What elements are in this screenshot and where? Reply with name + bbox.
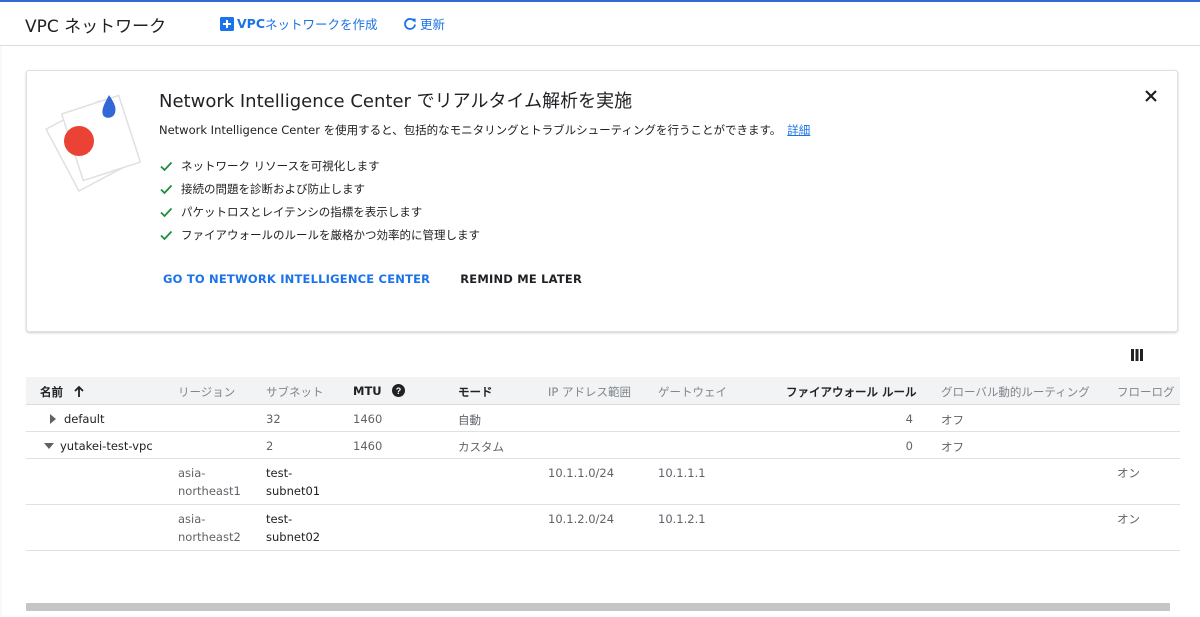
column-display-options-icon[interactable] (1131, 349, 1143, 361)
vpc-networks-table: 名前 リージョン サブネット MTU ? モード IP アドレス範囲 ゲートウェ… (26, 377, 1180, 551)
network-illustration-icon (45, 94, 142, 193)
network-name-cell[interactable]: yutakei-test-vpc (44, 439, 153, 453)
check-icon (160, 207, 173, 217)
page-title: VPC ネットワーク (25, 17, 167, 37)
create-vpc-label-rest: ネットワークを作成 (265, 17, 378, 32)
column-header-name-label: 名前 (40, 385, 63, 399)
subnet-gateway: 10.1.1.1 (658, 466, 706, 480)
subnet-region: asia-northeast1 (178, 466, 241, 498)
column-header-region[interactable]: リージョン (178, 384, 235, 400)
feature-text: パケットロスとレイテンシの指標を表示します (181, 204, 423, 219)
table-row: default 32 1460 自動 4 オフ (26, 405, 1180, 432)
column-header-mode[interactable]: モード (458, 384, 493, 400)
svg-text:?: ? (395, 386, 401, 396)
column-header-firewall-rules[interactable]: ファイアウォール ルール (786, 384, 917, 400)
main-content: Network Intelligence Center でリアルタイム解析を実施… (2, 46, 1200, 617)
mode-value: 自動 (458, 413, 481, 427)
close-icon[interactable] (1143, 88, 1159, 104)
feature-item: ファイアウォールのルールを厳格かつ効率的に管理します (159, 223, 480, 246)
column-header-mtu-label: MTU (353, 384, 382, 398)
column-header-flow-log[interactable]: フローログ (1117, 384, 1175, 400)
subnet-name[interactable]: test-subnet01 (266, 464, 326, 500)
mtu-value: 1460 (353, 412, 383, 426)
feature-text: ネットワーク リソースを可視化します (181, 158, 380, 173)
network-name: yutakei-test-vpc (60, 439, 153, 453)
refresh-button[interactable]: 更新 (403, 14, 445, 33)
help-icon[interactable]: ? (391, 384, 405, 397)
check-icon (160, 161, 173, 171)
subnet-ip-range: 10.1.1.0/24 (548, 466, 615, 480)
column-header-mtu[interactable]: MTU ? (353, 384, 405, 398)
details-link[interactable]: 詳細 (787, 123, 810, 137)
table-row: asia-northeast2 test-subnet02 10.1.2.0/2… (26, 505, 1180, 551)
subnet-ip-range: 10.1.2.0/24 (548, 512, 615, 526)
table-row: asia-northeast1 test-subnet01 10.1.1.0/2… (26, 459, 1180, 505)
nic-promo-card: Network Intelligence Center でリアルタイム解析を実施… (26, 70, 1178, 332)
subnet-flow-log: オン (1117, 512, 1140, 526)
column-header-gateway[interactable]: ゲートウェイ (658, 384, 727, 400)
subnet-name[interactable]: test-subnet02 (266, 510, 326, 546)
column-header-name[interactable]: 名前 (40, 384, 85, 400)
refresh-icon (404, 17, 416, 30)
column-header-ip-range[interactable]: IP アドレス範囲 (548, 384, 631, 400)
firewall-count: 0 (905, 439, 913, 453)
table-header-row: 名前 リージョン サブネット MTU ? モード IP アドレス範囲 ゲートウェ… (26, 377, 1180, 405)
column-header-global-routing[interactable]: グローバル動的ルーティング (941, 384, 1090, 400)
feature-item: 接続の問題を診断および防止します (159, 177, 480, 200)
network-name: default (64, 412, 105, 426)
add-box-icon (220, 16, 234, 31)
global-routing-value: オフ (941, 440, 964, 454)
subnet-gateway: 10.1.2.1 (658, 512, 706, 526)
promo-title: Network Intelligence Center でリアルタイム解析を実施 (159, 91, 633, 112)
subnet-count: 2 (266, 439, 274, 453)
subnet-region: asia-northeast2 (178, 512, 241, 544)
mode-value: カスタム (458, 440, 504, 454)
feature-text: 接続の問題を診断および防止します (181, 181, 365, 196)
remind-me-later-button[interactable]: REMIND ME LATER (460, 272, 582, 286)
firewall-count: 4 (905, 412, 913, 426)
expand-right-icon[interactable] (48, 414, 58, 424)
check-icon (160, 230, 173, 240)
mtu-value: 1460 (353, 439, 383, 453)
sort-ascending-icon (74, 386, 84, 397)
table-row: yutakei-test-vpc 2 1460 カスタム 0 オフ (26, 432, 1180, 459)
promo-description-text: Network Intelligence Center を使用すると、包括的なモ… (159, 123, 782, 137)
go-to-nic-button[interactable]: GO TO NETWORK INTELLIGENCE CENTER (163, 272, 430, 286)
feature-item: パケットロスとレイテンシの指標を表示します (159, 200, 480, 223)
subnet-count: 32 (266, 412, 281, 426)
feature-text: ファイアウォールのルールを厳格かつ効率的に管理します (181, 227, 480, 242)
column-header-subnet[interactable]: サブネット (266, 384, 324, 400)
feature-item: ネットワーク リソースを可視化します (159, 154, 480, 177)
promo-actions: GO TO NETWORK INTELLIGENCE CENTER REMIND… (163, 272, 582, 286)
feature-list: ネットワーク リソースを可視化します 接続の問題を診断および防止します パケット… (159, 154, 480, 246)
refresh-label: 更新 (420, 17, 446, 32)
create-vpc-network-button[interactable]: VPC ネットワークを作成 (220, 14, 378, 33)
subnet-flow-log: オン (1117, 466, 1140, 480)
create-vpc-label-vpc: VPC (237, 16, 266, 31)
page-header: VPC ネットワーク VPC ネットワークを作成 更新 (0, 2, 1200, 46)
network-name-cell[interactable]: default (48, 412, 104, 426)
global-routing-value: オフ (941, 413, 964, 427)
check-icon (160, 184, 173, 194)
expand-down-icon[interactable] (44, 441, 54, 451)
promo-description: Network Intelligence Center を使用すると、包括的なモ… (159, 122, 810, 138)
horizontal-scrollbar[interactable] (26, 603, 1170, 611)
